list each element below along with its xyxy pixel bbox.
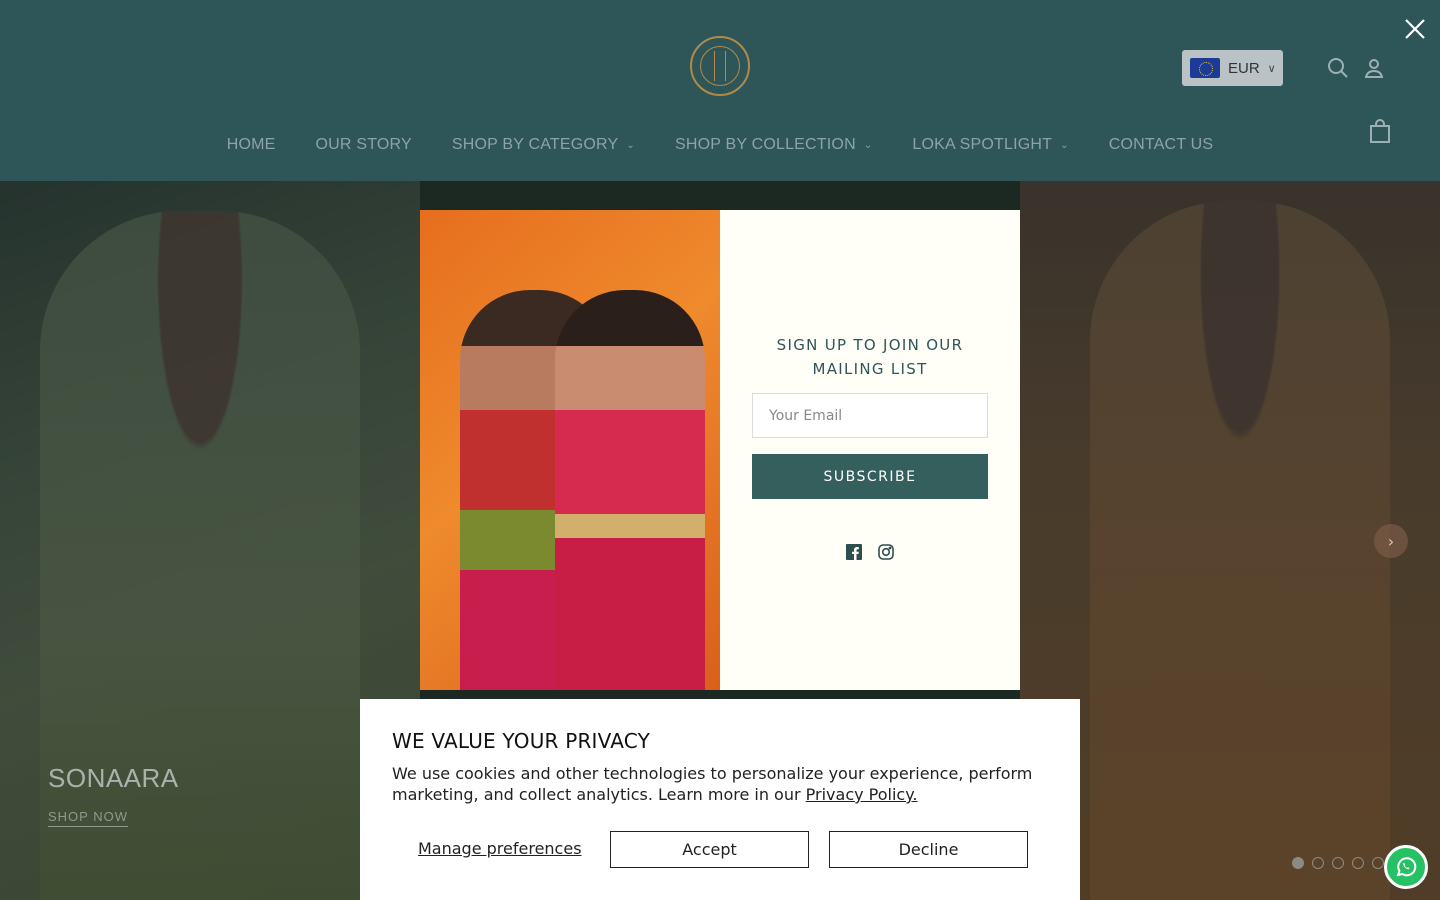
facebook-icon[interactable] (845, 543, 863, 561)
slide-dot[interactable] (1312, 857, 1324, 869)
newsletter-form: SIGN UP TO JOIN OUR MAILING LIST SUBSCRI… (720, 210, 1020, 690)
chevron-down-icon: ∨ (1267, 61, 1276, 75)
newsletter-title: SIGN UP TO JOIN OUR MAILING LIST (776, 336, 964, 378)
slide-dot[interactable] (1292, 857, 1304, 869)
nav-item-shop-by-collection[interactable]: SHOP BY COLLECTION ⌄ (655, 130, 892, 160)
close-icon[interactable] (1400, 14, 1430, 44)
account-icon[interactable] (1362, 56, 1386, 80)
instagram-icon[interactable] (877, 543, 895, 561)
email-field[interactable] (752, 393, 988, 438)
currency-code: EUR (1228, 59, 1260, 77)
nav-item-label: OUR STORY (315, 136, 412, 153)
whatsapp-icon[interactable] (1384, 845, 1428, 889)
slide-dot[interactable] (1332, 857, 1344, 869)
next-slide-arrow-icon[interactable]: › (1374, 524, 1408, 558)
search-icon[interactable] (1326, 56, 1350, 80)
chevron-down-icon: ⌄ (863, 139, 873, 151)
nav-item-label: SHOP BY COLLECTION (674, 136, 856, 153)
site-header: EUR ∨ HOME OUR STORY SHOP BY CATEGORY ⌄ … (0, 0, 1440, 181)
accept-button[interactable]: Accept (610, 831, 809, 868)
chevron-down-icon: ⌄ (626, 139, 635, 151)
privacy-text: We use cookies and other technologies to… (392, 763, 1042, 805)
cookie-consent-banner: WE VALUE YOUR PRIVACY We use cookies and… (360, 699, 1080, 900)
eu-flag-icon (1190, 58, 1220, 78)
slide-dot[interactable] (1352, 857, 1364, 869)
newsletter-image (420, 210, 720, 690)
newsletter-modal: SIGN UP TO JOIN OUR MAILING LIST SUBSCRI… (420, 210, 1020, 690)
nav-item-contact-us[interactable]: CONTACT US (1089, 130, 1234, 160)
nav-item-label: HOME (226, 136, 276, 153)
slide-dot[interactable] (1372, 857, 1384, 869)
main-nav: HOME OUR STORY SHOP BY CATEGORY ⌄ SHOP B… (0, 130, 1440, 160)
nav-item-label: CONTACT US (1108, 136, 1214, 153)
manage-preferences-link[interactable]: Manage preferences (418, 839, 582, 858)
decline-button[interactable]: Decline (829, 831, 1028, 868)
privacy-policy-link[interactable]: Privacy Policy. (806, 785, 918, 804)
chevron-down-icon: ⌄ (1060, 139, 1069, 151)
nav-item-home[interactable]: HOME (207, 130, 296, 160)
nav-item-loka-spotlight[interactable]: LOKA SPOTLIGHT ⌄ (892, 130, 1088, 160)
consent-actions: Manage preferences Accept Decline (392, 831, 1048, 868)
nav-item-label: LOKA SPOTLIGHT (912, 136, 1053, 153)
social-links (845, 543, 895, 561)
subscribe-button[interactable]: SUBSCRIBE (752, 454, 988, 499)
slide-dots (1292, 857, 1384, 869)
slide-title: SONAARA (48, 763, 179, 793)
brand-logo[interactable] (690, 36, 750, 96)
nav-item-label: SHOP BY CATEGORY (451, 136, 619, 153)
logo-emblem (700, 46, 740, 86)
nav-item-our-story[interactable]: OUR STORY (296, 130, 432, 160)
privacy-title: WE VALUE YOUR PRIVACY (392, 729, 651, 753)
privacy-body: We use cookies and other technologies to… (392, 764, 1033, 804)
currency-selector[interactable]: EUR ∨ (1182, 50, 1283, 86)
shop-now-link[interactable]: SHOP NOW (48, 809, 128, 827)
model-figure (555, 290, 705, 690)
nav-item-shop-by-category[interactable]: SHOP BY CATEGORY ⌄ (432, 130, 655, 160)
